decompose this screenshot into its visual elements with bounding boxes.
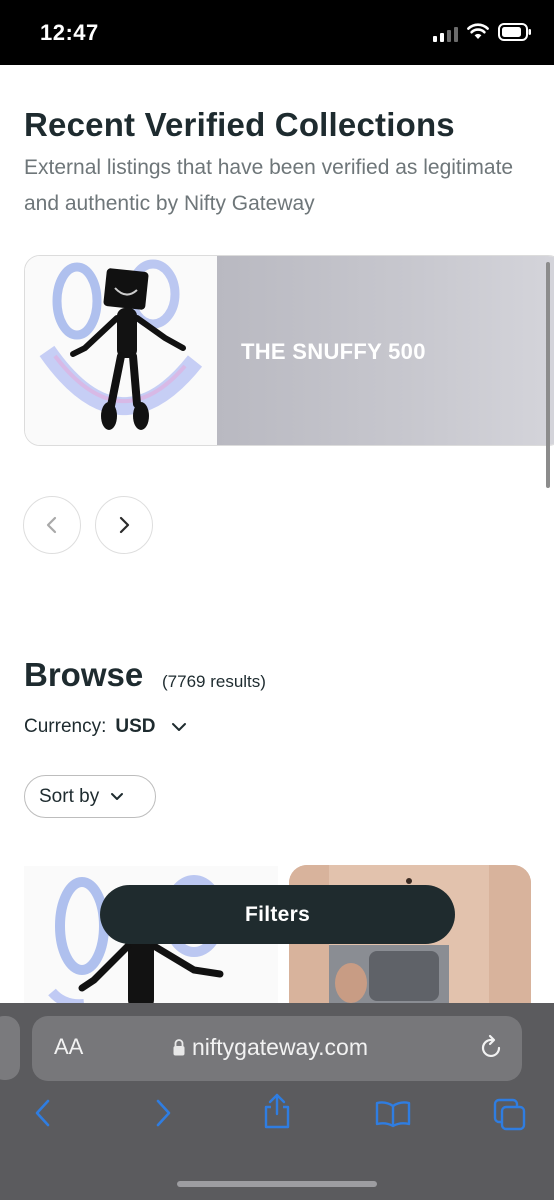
section-subtitle-verified: External listings that have been verifie…	[24, 156, 514, 215]
status-time: 12:47	[40, 20, 99, 45]
status-icons	[433, 22, 532, 46]
currency-value: USD	[115, 716, 156, 737]
battery-icon	[498, 22, 532, 46]
url-display[interactable]: niftygateway.com	[172, 1034, 368, 1061]
address-bar[interactable]: AA niftygateway.com	[32, 1016, 522, 1081]
lock-icon	[173, 1039, 185, 1056]
text-size-button[interactable]: AA	[54, 1034, 83, 1060]
chevron-down-icon	[111, 792, 124, 800]
results-count: (7769 results)	[162, 672, 266, 691]
currency-select[interactable]: Currency: USD	[24, 716, 188, 738]
browse-title: Browse	[24, 656, 144, 693]
currency-label: Currency:	[24, 716, 107, 737]
carousel-scroll-indicator	[546, 262, 550, 488]
carousel-next-button[interactable]	[95, 496, 153, 554]
chevron-right-icon	[119, 516, 130, 534]
carousel-prev-button[interactable]	[23, 496, 81, 554]
reload-icon[interactable]	[480, 1034, 504, 1065]
collection-card-label-area: THE SNUFFY 500	[217, 256, 554, 445]
back-icon[interactable]	[32, 1098, 54, 1133]
share-icon[interactable]	[261, 1092, 293, 1135]
chevron-left-icon	[46, 516, 57, 534]
sort-by-label: Sort by	[39, 785, 100, 807]
home-indicator[interactable]	[177, 1181, 377, 1187]
section-title-verified: Recent Verified Collections	[24, 106, 455, 143]
sort-by-button[interactable]: Sort by	[24, 775, 156, 818]
url-text: niftygateway.com	[192, 1034, 368, 1060]
signal-icon	[433, 26, 458, 42]
collection-artwork	[25, 256, 217, 445]
wifi-icon	[467, 23, 489, 45]
bookmarks-icon[interactable]	[374, 1100, 412, 1133]
forward-icon[interactable]	[152, 1098, 174, 1133]
collection-card-title: THE SNUFFY 500	[241, 339, 426, 364]
status-bar: 12:47	[0, 0, 554, 65]
safari-toolbar: AA niftygateway.com	[0, 1003, 554, 1200]
filters-button[interactable]: Filters	[100, 885, 455, 944]
chevron-down-icon	[172, 723, 187, 731]
tabs-icon[interactable]	[493, 1098, 527, 1137]
previous-tab-preview[interactable]	[0, 1016, 20, 1080]
collection-card[interactable]: THE SNUFFY 500	[24, 255, 554, 446]
browser-nav-toolbar	[0, 1093, 554, 1138]
